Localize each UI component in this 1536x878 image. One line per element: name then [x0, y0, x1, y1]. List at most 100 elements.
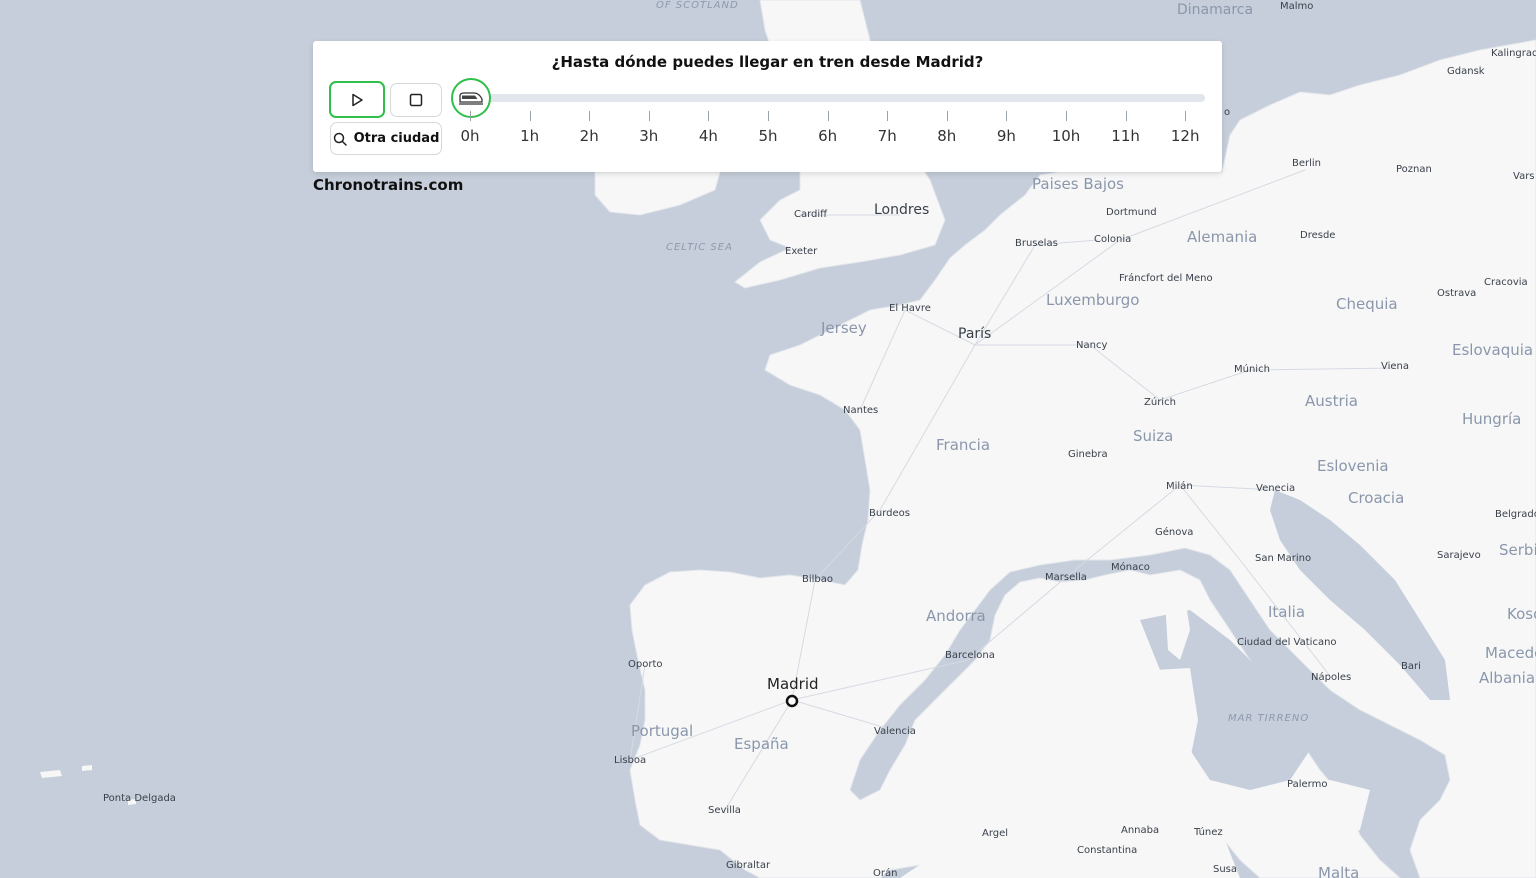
label-berlin: Berlin — [1292, 158, 1321, 169]
label-poznan: Poznan — [1396, 164, 1432, 175]
timeline-tick-label[interactable]: 0h — [450, 127, 490, 145]
label-zurich: Zúrich — [1144, 396, 1176, 408]
label-cardiff: Cardiff — [794, 209, 828, 220]
label-o: o — [1224, 107, 1230, 118]
timeline-tick — [827, 111, 829, 121]
timeline-tick — [648, 111, 650, 121]
label-argel: Argel — [982, 828, 1008, 839]
timeline-tick-label[interactable]: 10h — [1046, 127, 1086, 145]
timeline-tick-label[interactable]: 11h — [1106, 127, 1146, 145]
control-panel: ¿Hasta dónde puedes llegar en tren desde… — [313, 41, 1222, 172]
timeline-tick — [768, 111, 769, 121]
label-francia: Francia — [936, 436, 990, 454]
timeline-tick-label[interactable]: 9h — [986, 127, 1026, 145]
label-austria: Austria — [1305, 392, 1358, 410]
label-vaticano: Ciudad del Vaticano — [1237, 637, 1337, 648]
other-city-button[interactable]: Otra ciudad — [330, 122, 442, 155]
brand-label: Chronotrains.com — [313, 176, 464, 194]
label-eslovaquia: Eslovaquia — [1452, 341, 1533, 359]
label-macedonia: Macedo — [1485, 644, 1536, 662]
label-gdansk: Gdansk — [1447, 66, 1485, 77]
label-hungria: Hungría — [1462, 410, 1521, 428]
origin-dot — [785, 694, 799, 708]
label-mar-tirreno: MAR TIRRENO — [1228, 713, 1309, 724]
timeline-tick-label[interactable]: 2h — [569, 127, 609, 145]
label-bari: Bari — [1401, 661, 1421, 672]
timeline-tick — [1125, 111, 1127, 121]
timeline-tick-label[interactable]: 7h — [867, 127, 907, 145]
label-burdeos: Burdeos — [869, 508, 910, 519]
timeline-tick — [946, 111, 948, 121]
timeline-tick-label[interactable]: 4h — [688, 127, 728, 145]
label-alemania: Alemania — [1187, 228, 1257, 246]
timeline-tick — [708, 111, 710, 121]
timeline-tick — [1185, 111, 1187, 121]
label-sevilla: Sevilla — [708, 805, 741, 816]
other-city-label: Otra ciudad — [353, 131, 440, 146]
label-viena: Viena — [1381, 361, 1409, 372]
label-luxemburgo: Luxemburgo — [1046, 291, 1140, 309]
play-button[interactable] — [329, 81, 385, 118]
timeline-tick — [589, 111, 591, 121]
timeline-tick-label[interactable]: 1h — [510, 127, 550, 145]
label-bilbao: Bilbao — [802, 574, 833, 585]
timeline-tick — [470, 111, 471, 121]
label-croacia: Croacia — [1348, 489, 1404, 507]
label-napoles: Nápoles — [1311, 671, 1351, 683]
label-oran: Orán — [873, 867, 897, 878]
label-paris: París — [958, 326, 991, 342]
label-albania: Albania — [1479, 669, 1535, 687]
timeline-tick-label[interactable]: 5h — [748, 127, 788, 145]
time-slider-handle[interactable] — [451, 78, 491, 118]
label-susa: Susa — [1213, 864, 1237, 875]
label-marsella: Marsella — [1045, 572, 1087, 583]
label-malta: Malta — [1318, 864, 1359, 878]
timeline-tick-label[interactable]: 12h — [1165, 127, 1205, 145]
page-title: ¿Hasta dónde puedes llegar en tren desde… — [551, 53, 984, 71]
timeline-tick-label[interactable]: 3h — [629, 127, 669, 145]
label-dinamarca: Dinamarca — [1177, 2, 1253, 18]
label-lisboa: Lisboa — [614, 755, 646, 766]
label-palermo: Palermo — [1287, 779, 1327, 790]
timeline-tick-label[interactable]: 6h — [808, 127, 848, 145]
label-oporto: Oporto — [628, 659, 663, 670]
label-andorra: Andorra — [926, 607, 986, 625]
label-of-scotland: OF SCOTLAND — [656, 0, 739, 11]
timeline-tick-label[interactable]: 8h — [927, 127, 967, 145]
origin-label: Madrid — [767, 675, 819, 693]
label-genova: Génova — [1155, 526, 1193, 538]
label-munich: Múnich — [1234, 363, 1270, 375]
label-espana: España — [734, 735, 789, 753]
search-icon — [333, 132, 347, 146]
label-londres: Londres — [874, 202, 929, 218]
label-suiza: Suiza — [1133, 427, 1173, 445]
label-cracovia: Cracovia — [1484, 277, 1528, 288]
label-dortmund: Dortmund — [1106, 207, 1157, 218]
label-barcelona: Barcelona — [945, 650, 995, 661]
label-milan: Milán — [1166, 480, 1193, 492]
label-paises-bajos: Paises Bajos — [1032, 175, 1124, 193]
stop-button[interactable] — [390, 83, 442, 117]
label-nancy: Nancy — [1076, 340, 1107, 351]
label-exeter: Exeter — [785, 246, 818, 257]
timeline-tick — [529, 111, 531, 121]
label-chequia: Chequia — [1336, 295, 1398, 313]
label-nantes: Nantes — [843, 405, 878, 416]
label-annaba: Annaba — [1121, 825, 1159, 836]
label-bruselas: Bruselas — [1015, 238, 1058, 249]
label-celtic-sea: CELTIC SEA — [666, 242, 733, 253]
label-ostrava: Ostrava — [1437, 288, 1476, 299]
label-jersey: Jersey — [820, 319, 867, 337]
label-vars: Vars — [1513, 171, 1535, 182]
stop-icon — [409, 93, 423, 107]
label-dresde: Dresde — [1300, 230, 1335, 241]
label-sarajevo: Sarajevo — [1437, 550, 1481, 561]
label-tunez: Túnez — [1193, 826, 1223, 838]
timeline-tick — [1066, 111, 1067, 121]
label-malmo: Malmo — [1280, 1, 1313, 12]
label-eslovenia: Eslovenia — [1317, 457, 1389, 475]
label-gibraltar: Gibraltar — [726, 860, 771, 871]
label-portugal: Portugal — [631, 722, 693, 740]
time-slider-track[interactable] — [479, 94, 1205, 102]
label-italia: Italia — [1268, 603, 1305, 621]
